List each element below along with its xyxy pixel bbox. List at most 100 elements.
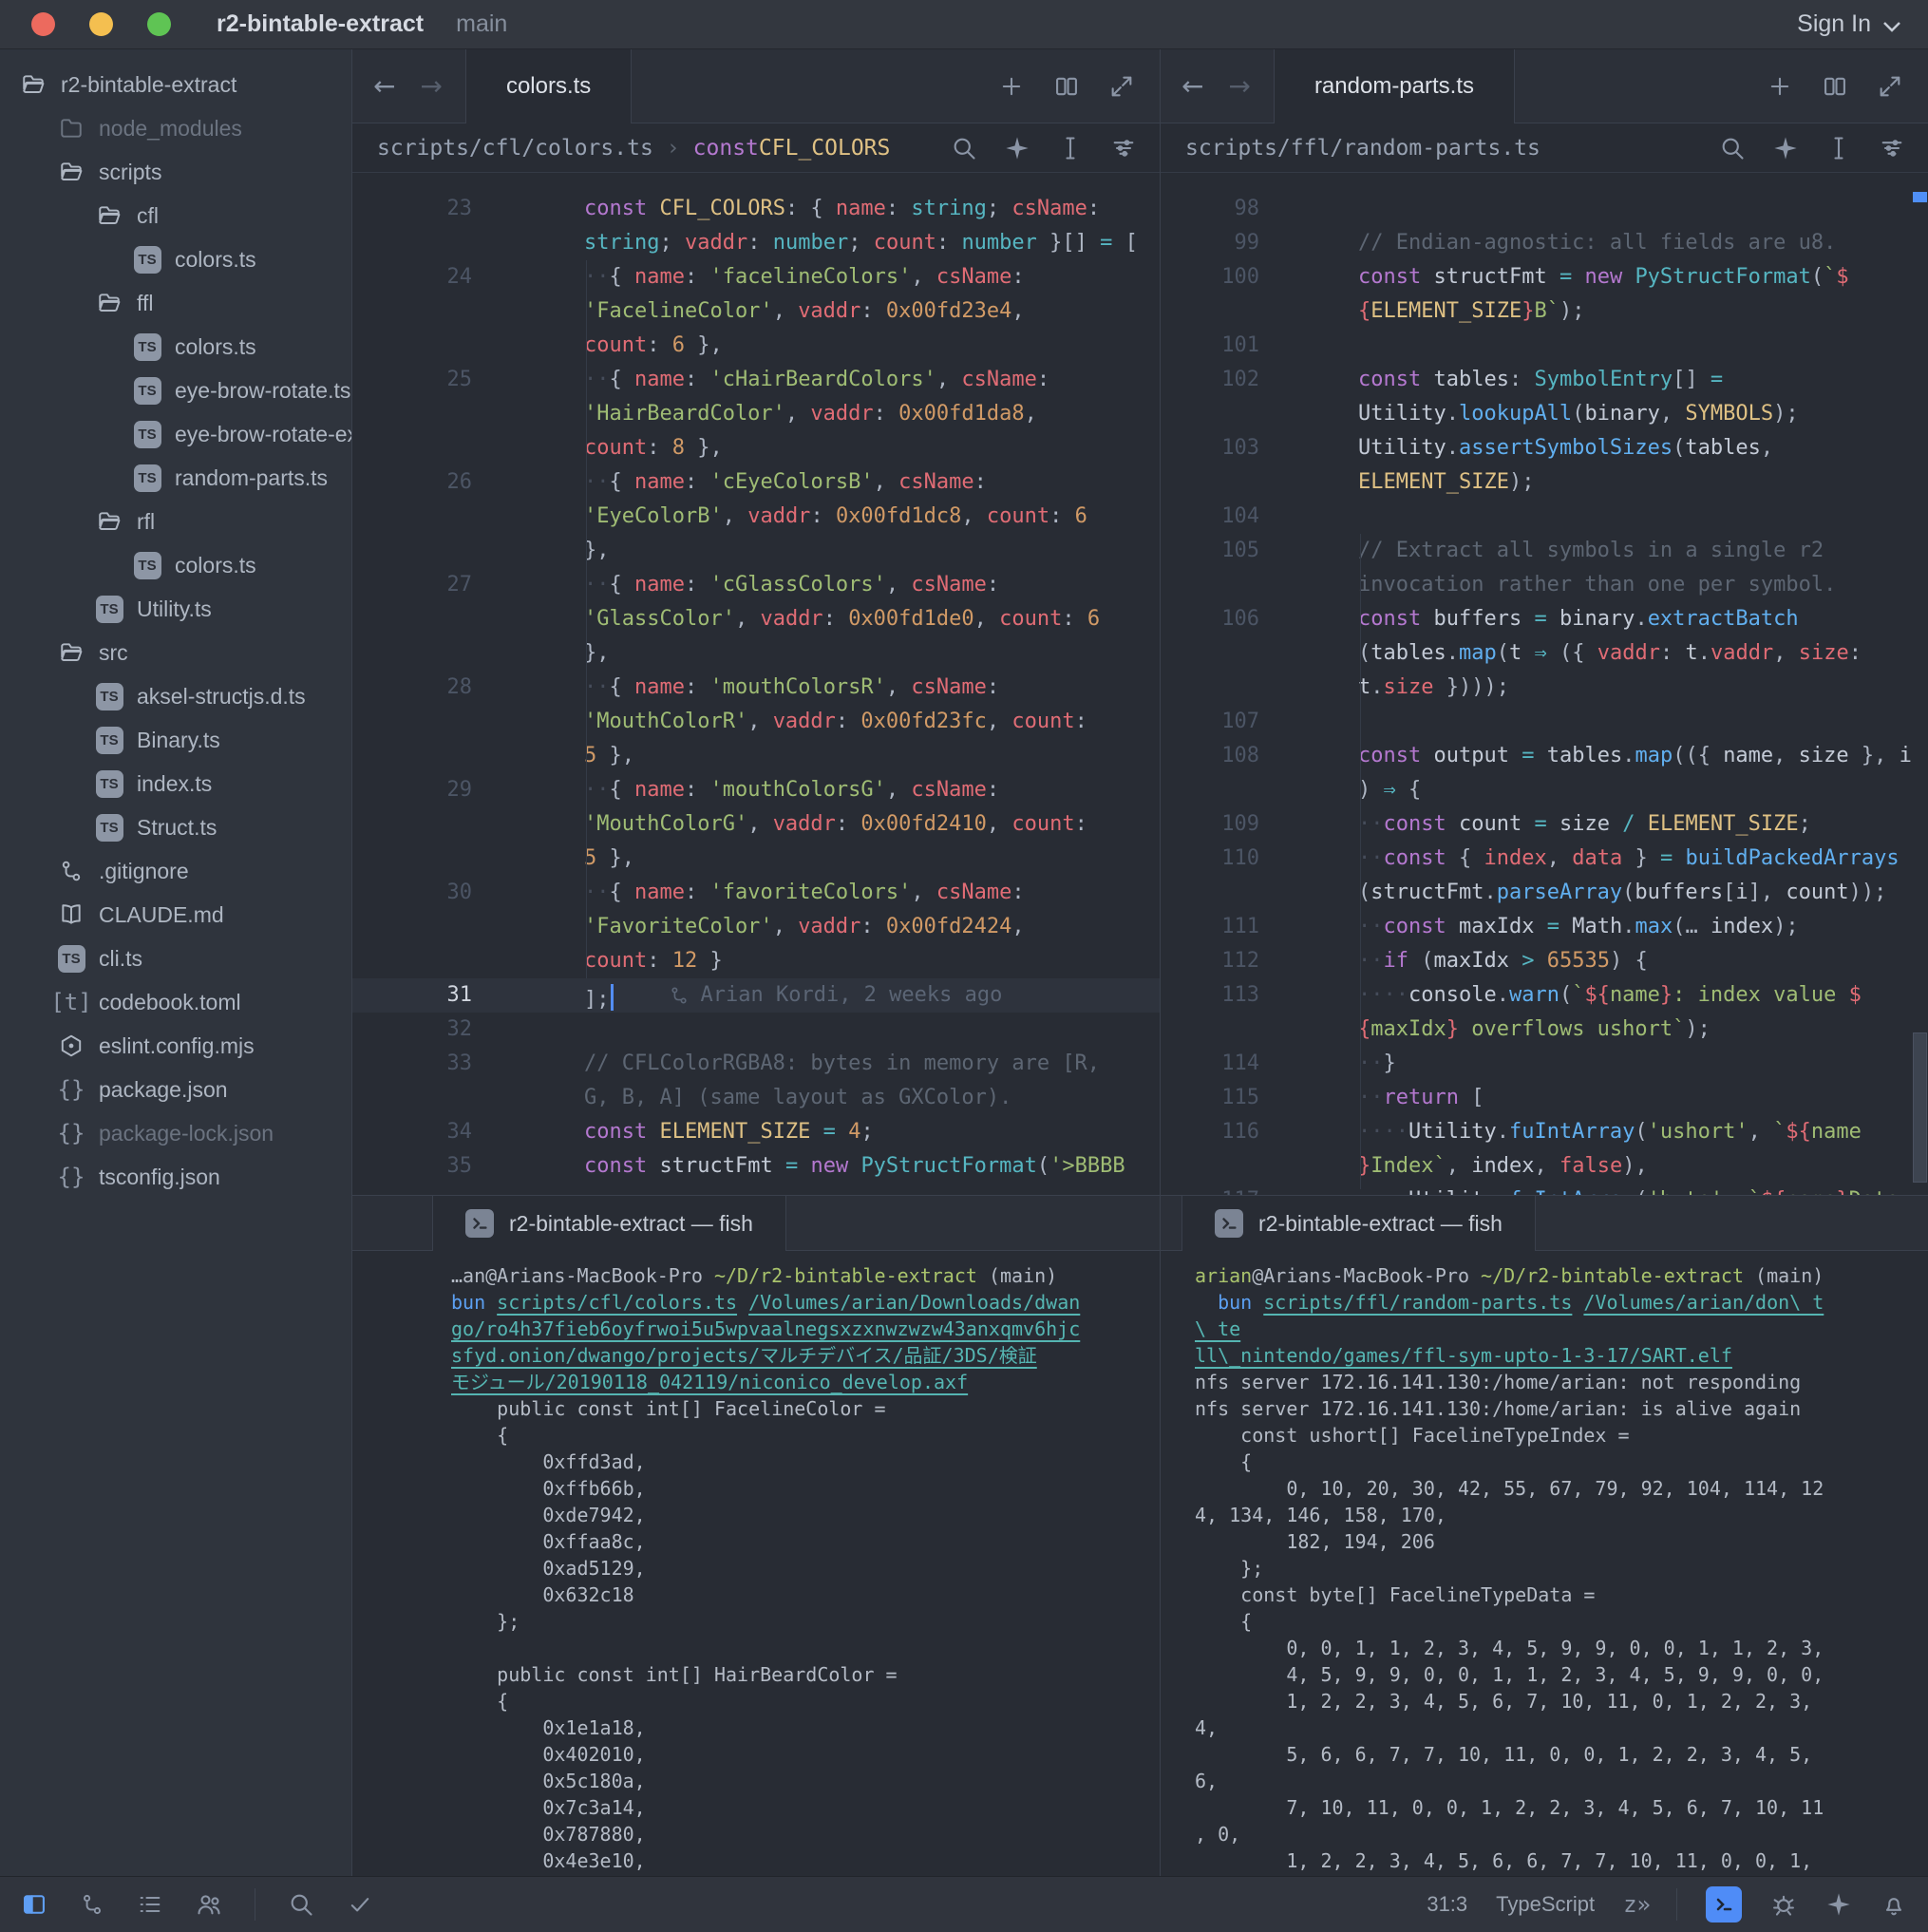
tree-item-scripts[interactable]: scripts: [0, 150, 351, 194]
terminal-line: 5, 6, 6, 7, 7, 10, 11, 0, 0, 1, 2, 2, 3,…: [1195, 1741, 1928, 1768]
edit-prediction-icon[interactable]: z»: [1623, 1891, 1648, 1918]
tab-colors.ts[interactable]: colors.ts: [465, 49, 632, 123]
tree-item-codebook-toml[interactable]: [t]codebook.toml: [0, 980, 351, 1024]
language-selector[interactable]: TypeScript: [1496, 1892, 1595, 1917]
project-panel[interactable]: r2-bintable-extractnode_modulesscripts cf…: [0, 49, 352, 1876]
ibeam-icon[interactable]: [1057, 135, 1084, 161]
terminal-output[interactable]: arian@Arians-MacBook-Pro ~/D/r2-bintable…: [1161, 1251, 1928, 1876]
tree-item-node-modules[interactable]: node_modules: [0, 106, 351, 150]
diagnostics-bug-icon[interactable]: [1770, 1891, 1797, 1918]
tree-item-src[interactable]: src: [0, 631, 351, 674]
cursor-position[interactable]: 31:3: [1427, 1892, 1467, 1917]
search-icon[interactable]: [1719, 135, 1746, 161]
tree-item-struct-ts[interactable]: TSStruct.ts: [0, 805, 351, 849]
tree-item-utility-ts[interactable]: TSUtility.ts: [0, 587, 351, 631]
code-line: 101: [1161, 329, 1928, 363]
tree-item--gitignore[interactable]: .gitignore: [0, 849, 351, 893]
terminal-icon: [1215, 1209, 1243, 1238]
tree-item-rfl[interactable]: rfl: [0, 500, 351, 543]
code-editor[interactable]: 23const CFL_COLORS: { name: string; csNa…: [352, 173, 1160, 1195]
split-icon[interactable]: [1822, 73, 1848, 100]
git-blame-inline[interactable]: Arian Kordi, 2 weeks ago: [669, 978, 1003, 1013]
sparkle-icon[interactable]: [1772, 135, 1799, 161]
line-number: [1161, 1149, 1284, 1184]
plus-icon[interactable]: [1767, 73, 1793, 100]
tree-item-package-lock-json[interactable]: {}package-lock.json: [0, 1111, 351, 1155]
expand-icon[interactable]: [1877, 73, 1903, 100]
tree-item-ffl[interactable]: ffl: [0, 281, 351, 325]
people-icon[interactable]: [196, 1891, 222, 1918]
sparkle-icon[interactable]: [1004, 135, 1030, 161]
tree-item-aksel-structjs-d-ts[interactable]: TSaksel-structjs.d.ts: [0, 674, 351, 718]
eslint-icon: [55, 1033, 87, 1058]
git-branch-label[interactable]: main: [456, 10, 507, 38]
branch-small-icon[interactable]: [80, 1892, 104, 1917]
nav-back-button[interactable]: ←: [1181, 70, 1203, 102]
terminal-panel-toggle[interactable]: [1706, 1886, 1742, 1923]
tree-item-cfl[interactable]: cfl: [0, 194, 351, 237]
minimize-window-button[interactable]: [89, 12, 113, 36]
line-number: [1161, 671, 1284, 705]
code-editor[interactable]: 9899// Endian-agnostic: all fields are u…: [1161, 173, 1928, 1195]
code-line: count: 6 },: [352, 329, 1160, 363]
project-title[interactable]: r2-bintable-extract: [217, 10, 424, 38]
code-line: 33// CFLColorRGBA8: bytes in memory are …: [352, 1047, 1160, 1081]
tree-item-colors-ts[interactable]: TScolors.ts: [0, 237, 351, 281]
terminal-line: 1, 2, 2, 3, 4, 5, 6, 6, 7, 7, 10, 11, 0,…: [1195, 1847, 1928, 1874]
folder-open-icon: [93, 203, 125, 228]
zoom-window-button[interactable]: [147, 12, 171, 36]
breadcrumb-path[interactable]: scripts/ffl/random-parts.ts: [1185, 136, 1541, 161]
breadcrumb-path[interactable]: scripts/cfl/colors.ts: [377, 136, 653, 161]
terminal-tab-title: r2-bintable-extract — fish: [509, 1211, 753, 1237]
tree-item-label: eye-brow-rotate.ts: [175, 378, 350, 404]
tree-item-package-json[interactable]: {}package.json: [0, 1068, 351, 1111]
tree-item-eye-brow-rotate-extract-ts[interactable]: TSeye-brow-rotate-extract.ts: [0, 412, 351, 456]
text-cursor: [611, 984, 614, 1011]
tree-item-colors-ts[interactable]: TScolors.ts: [0, 325, 351, 369]
code-line: 116····Utility.fuIntArray('ushort', `${n…: [1161, 1115, 1928, 1149]
tree-item-tsconfig-json[interactable]: {}tsconfig.json: [0, 1155, 351, 1199]
tree-item-cli-ts[interactable]: TScli.ts: [0, 937, 351, 980]
assistant-sparkle-icon[interactable]: [1825, 1891, 1852, 1918]
tree-item-random-parts-ts[interactable]: TSrandom-parts.ts: [0, 456, 351, 500]
code-text: // CFLColorRGBA8: bytes in memory are [R…: [501, 1047, 1160, 1081]
sign-in-button[interactable]: Sign In: [1797, 10, 1901, 38]
terminal-line: 0x4e3e10,: [451, 1847, 1160, 1874]
terminal-line: 0xffb66b,: [451, 1475, 1160, 1502]
check-icon[interactable]: [347, 1891, 373, 1918]
nav-forward-button[interactable]: →: [1228, 70, 1250, 102]
ibeam-icon[interactable]: [1825, 135, 1852, 161]
tree-item-index-ts[interactable]: TSindex.ts: [0, 762, 351, 805]
scrollbar-thumb[interactable]: [1913, 1032, 1927, 1183]
tree-item-claude-md[interactable]: CLAUDE.md: [0, 893, 351, 937]
notifications-bell-icon[interactable]: [1881, 1891, 1907, 1918]
terminal-line: …an@Arians-MacBook-Pro ~/D/r2-bintable-e…: [451, 1262, 1160, 1289]
panel-left-icon[interactable]: [21, 1891, 47, 1918]
tab-random-parts.ts[interactable]: random-parts.ts: [1274, 49, 1515, 123]
terminal-line: public const int[] HairBeardColor =: [451, 1661, 1160, 1688]
terminal-tab[interactable]: r2-bintable-extract — fish: [432, 1196, 786, 1251]
expand-icon[interactable]: [1108, 73, 1135, 100]
close-window-button[interactable]: [31, 12, 55, 36]
tree-item-eye-brow-rotate-ts[interactable]: TSeye-brow-rotate.ts: [0, 369, 351, 412]
filter-icon[interactable]: [1110, 135, 1137, 161]
terminal-tab[interactable]: r2-bintable-extract — fish: [1181, 1196, 1536, 1251]
terminal-output[interactable]: …an@Arians-MacBook-Pro ~/D/r2-bintable-e…: [352, 1251, 1160, 1876]
indent-guide: [586, 260, 587, 978]
tree-item-label: cfl: [137, 203, 159, 229]
tree-item-binary-ts[interactable]: TSBinary.ts: [0, 718, 351, 762]
search-icon[interactable]: [951, 135, 977, 161]
split-icon[interactable]: [1053, 73, 1080, 100]
tree-item-colors-ts[interactable]: TScolors.ts: [0, 543, 351, 587]
scrollbar-track[interactable]: [1912, 173, 1928, 1195]
search-icon[interactable]: [288, 1891, 314, 1918]
plus-icon[interactable]: [998, 73, 1025, 100]
nav-forward-button[interactable]: →: [420, 70, 442, 102]
filter-icon[interactable]: [1879, 135, 1905, 161]
list-icon[interactable]: [137, 1891, 163, 1918]
tree-item-eslint-config-mjs[interactable]: eslint.config.mjs: [0, 1024, 351, 1068]
tree-item-r2-bintable-extract[interactable]: r2-bintable-extract: [0, 63, 351, 106]
breadcrumb-symbol-name[interactable]: CFL_COLORS: [759, 136, 890, 161]
nav-back-button[interactable]: ←: [373, 70, 395, 102]
tree-item-label: .gitignore: [99, 859, 189, 884]
